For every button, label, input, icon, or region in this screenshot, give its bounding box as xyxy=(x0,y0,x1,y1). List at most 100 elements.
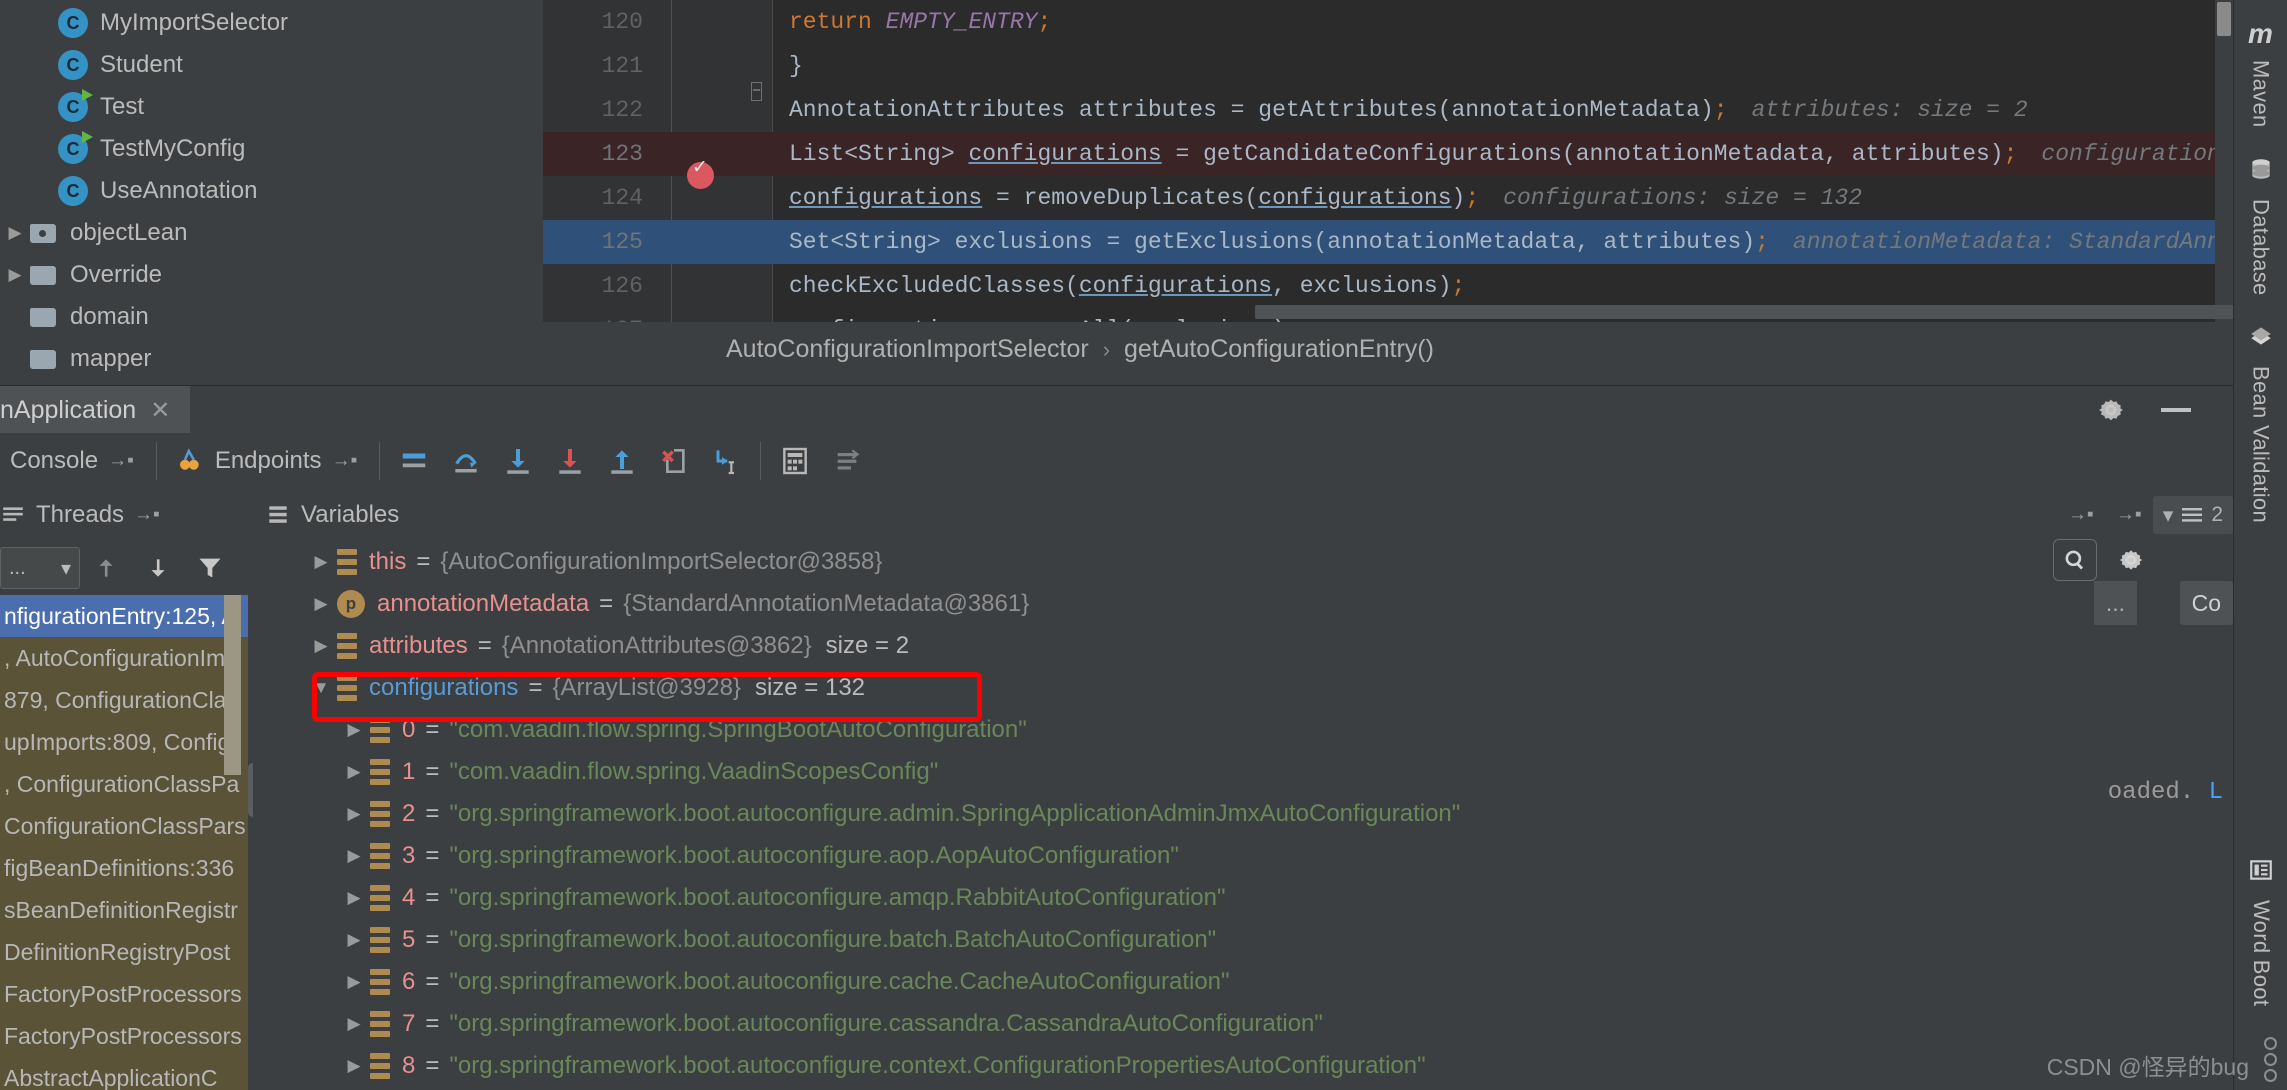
frames-up-button[interactable] xyxy=(80,542,132,594)
array-item-row[interactable]: ▶ 5 = "org.springframework.boot.autoconfigu… xyxy=(253,919,2233,961)
step-over-button[interactable] xyxy=(440,435,492,487)
chevron-right-icon[interactable]: ▶ xyxy=(338,720,370,740)
run-config-tab[interactable]: nApplication ✕ xyxy=(0,386,190,434)
stack-frame-row[interactable]: 879, ConfigurationClas xyxy=(0,679,248,721)
frames-panel[interactable]: Threads →▪ ... ▾ nfigurationEntry:125, A… xyxy=(0,489,248,1090)
tree-item[interactable]: ▶ objectLean xyxy=(0,212,543,254)
detach-variables-icon[interactable]: →▪ xyxy=(2057,489,2105,541)
console-tab[interactable]: Co xyxy=(2179,581,2233,625)
layout-chip[interactable]: ▾ 2 xyxy=(2152,496,2233,534)
overflow-menu-button[interactable]: ... xyxy=(2093,581,2137,625)
chevron-right-icon[interactable]: ▶ xyxy=(0,265,30,285)
frames-filter-button[interactable] xyxy=(184,542,236,594)
variable-row[interactable]: ▼ configurations = {ArrayList@3928} size = 1… xyxy=(253,667,2233,709)
run-to-cursor-button[interactable] xyxy=(700,435,752,487)
chevron-right-icon[interactable]: ▶ xyxy=(305,552,337,572)
frames-list[interactable]: nfigurationEntry:125, A , AutoConfigurati… xyxy=(0,595,248,1090)
chevron-right-icon[interactable]: ▶ xyxy=(305,636,337,656)
variable-row[interactable]: ▶ attributes = {AnnotationAttributes@3862} s… xyxy=(253,625,2233,667)
threads-detach-icon[interactable]: →▪ xyxy=(134,504,160,526)
editor-vertical-scrollbar[interactable] xyxy=(2215,0,2233,322)
step-into-button[interactable] xyxy=(492,435,544,487)
array-item-row[interactable]: ▶ 8 = "org.springframework.boot.autoconfigu… xyxy=(253,1045,2233,1087)
code-line[interactable]: 120 return EMPTY_ENTRY; xyxy=(543,0,2233,44)
settings-list-button[interactable] xyxy=(821,435,873,487)
array-item-row[interactable]: ▶ 7 = "org.springframework.boot.autoconfigu… xyxy=(253,1003,2233,1045)
tab-console[interactable]: Console →▪ xyxy=(0,433,148,489)
array-item-row[interactable]: ▶ 3 = "org.springframework.boot.autoconfigu… xyxy=(253,835,2233,877)
code-line[interactable]: 125 Set<String> exclusions = getExclusio… xyxy=(543,220,2233,264)
chevron-right-icon[interactable]: ▶ xyxy=(338,1014,370,1034)
stack-frame-row[interactable]: FactoryPostProcessors xyxy=(0,973,248,1015)
stack-frame-row[interactable]: nfigurationEntry:125, A xyxy=(0,595,248,637)
force-step-into-button[interactable] xyxy=(544,435,596,487)
chevron-right-icon[interactable]: ▶ xyxy=(338,846,370,866)
tree-item[interactable]: C Test xyxy=(0,86,543,128)
show-execution-point-button[interactable] xyxy=(388,435,440,487)
tree-item[interactable]: mapper xyxy=(0,338,543,380)
variable-row[interactable]: ▶ p annotationMetadata = {StandardAnnotation… xyxy=(253,583,2233,625)
code-line[interactable]: 122 AnnotationAttributes attributes = ge… xyxy=(543,88,2233,132)
breadcrumb-method[interactable]: getAutoConfigurationEntry() xyxy=(1124,335,1434,364)
code-editor[interactable]: 120 return EMPTY_ENTRY; 121− } 122 Annotat… xyxy=(543,0,2233,322)
chevron-right-icon[interactable]: ▶ xyxy=(338,972,370,992)
chevron-right-icon[interactable]: ▶ xyxy=(338,1056,370,1076)
gear-icon[interactable] xyxy=(2095,394,2127,426)
stack-frame-row[interactable]: upImports:809, Config xyxy=(0,721,248,763)
evaluate-expression-button[interactable] xyxy=(769,435,821,487)
variable-row[interactable]: ▶ this = {AutoConfigurationImportSelector@3… xyxy=(253,541,2233,583)
tree-item[interactable]: C Student xyxy=(0,44,543,86)
stack-frame-row[interactable]: figBeanDefinitions:336 xyxy=(0,847,248,889)
array-item-row[interactable]: ▶ 0 = "com.vaadin.flow.spring.SpringBootAut… xyxy=(253,709,2233,751)
sidebar-item-maven[interactable]: m Maven xyxy=(2234,0,2287,142)
minimize-icon[interactable] xyxy=(2161,408,2191,412)
frames-down-button[interactable] xyxy=(132,542,184,594)
breadcrumb-class[interactable]: AutoConfigurationImportSelector xyxy=(726,335,1089,364)
array-item-row[interactable]: ▶ 2 = "org.springframework.boot.autoconfigu… xyxy=(253,793,2233,835)
tab-endpoints[interactable]: Endpoints →▪ xyxy=(165,433,372,489)
stack-frame-row[interactable]: DefinitionRegistryPost xyxy=(0,931,248,973)
editor-scroll-thumb[interactable] xyxy=(2217,2,2231,36)
stack-frame-row[interactable]: ConfigurationClassPars xyxy=(0,805,248,847)
array-item-row[interactable]: ▶ 4 = "org.springframework.boot.autoconfigu… xyxy=(253,877,2233,919)
drop-frame-button[interactable] xyxy=(648,435,700,487)
code-line[interactable]: 126 checkExcludedClasses(configurations,… xyxy=(543,264,2233,308)
search-icon[interactable] xyxy=(2053,539,2097,581)
chevron-right-icon[interactable]: ▶ xyxy=(305,594,337,614)
chevron-right-icon[interactable]: ▶ xyxy=(338,930,370,950)
tree-item[interactable]: ▶ Override xyxy=(0,254,543,296)
close-icon[interactable]: ✕ xyxy=(150,396,170,425)
stack-frame-row[interactable]: , AutoConfigurationIm xyxy=(0,637,248,679)
editor-horizontal-scrollbar[interactable] xyxy=(1255,305,2233,319)
sidebar-item-word-boot[interactable]: Word Boot xyxy=(2234,843,2287,1020)
chevron-right-icon[interactable]: ▶ xyxy=(338,804,370,824)
detach-icon[interactable]: →▪ xyxy=(108,450,134,472)
sidebar-item-database[interactable]: Database xyxy=(2234,142,2287,310)
variables-tree[interactable]: ▶ this = {AutoConfigurationImportSelector@3… xyxy=(253,541,2233,1090)
tree-item[interactable]: C MyImportSelector xyxy=(0,2,543,44)
sidebar-item-bean-validation[interactable]: Bean Validation xyxy=(2234,309,2287,537)
code-line[interactable]: 124 configurations = removeDuplicates(co… xyxy=(543,176,2233,220)
stack-frame-row[interactable]: AbstractApplicationC xyxy=(0,1057,248,1090)
array-item-row[interactable]: ▶ 6 = "org.springframework.boot.autoconfigu… xyxy=(253,961,2233,1003)
thread-selector-dropdown[interactable]: ... ▾ xyxy=(0,547,80,589)
tree-item[interactable]: domain xyxy=(0,296,543,338)
console-gear-icon[interactable] xyxy=(2107,534,2155,586)
stack-frame-row[interactable]: sBeanDefinitionRegistr xyxy=(0,889,248,931)
chevron-right-icon[interactable]: ▶ xyxy=(0,223,30,243)
step-out-button[interactable] xyxy=(596,435,648,487)
detach-icon-2[interactable]: →▪ xyxy=(332,450,358,472)
chevron-right-icon[interactable]: ▶ xyxy=(338,888,370,908)
tree-item[interactable]: C UseAnnotation xyxy=(0,170,543,212)
chevron-down-icon[interactable]: ▼ xyxy=(305,678,337,698)
chevron-right-icon[interactable]: ▶ xyxy=(338,762,370,782)
stack-frame-row[interactable]: , ConfigurationClassPa xyxy=(0,763,248,805)
project-tree-panel[interactable]: C MyImportSelector C Student C Test C TestMyCon… xyxy=(0,0,543,387)
code-line[interactable]: 123 List<String> configurations = getCan… xyxy=(543,132,2233,189)
array-item-row[interactable]: ▶ 1 = "com.vaadin.flow.spring.VaadinScopesC… xyxy=(253,751,2233,793)
code-line[interactable]: 121− } xyxy=(543,44,2233,101)
tree-item[interactable]: C TestMyConfig xyxy=(0,128,543,170)
console-output-link[interactable]: L xyxy=(2209,779,2223,806)
stack-frame-row[interactable]: FactoryPostProcessors xyxy=(0,1015,248,1057)
frames-scroll-thumb[interactable] xyxy=(224,595,241,775)
